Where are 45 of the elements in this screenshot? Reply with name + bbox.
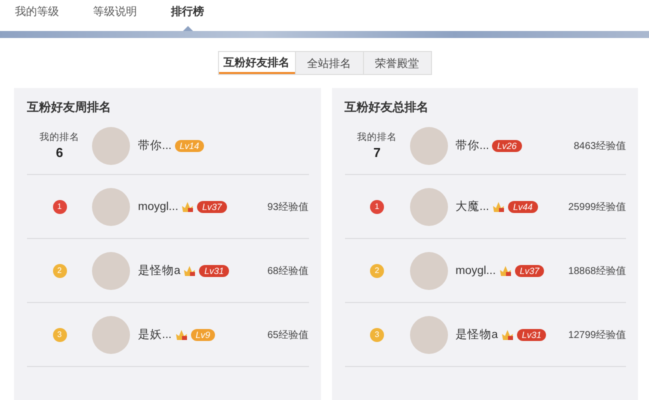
level-badge: Lv31 <box>199 264 229 276</box>
level-badge: Lv44 <box>508 200 538 212</box>
avatar-placeholder <box>410 316 448 354</box>
user-name[interactable]: 带你... <box>138 138 172 153</box>
user-name[interactable]: 是妖... <box>138 327 172 342</box>
experience-points: 65经验值 <box>267 328 308 342</box>
avatar-placeholder <box>410 188 448 226</box>
my-rank-number: 6 <box>56 145 64 160</box>
experience-points: 93经验值 <box>267 200 308 214</box>
user-name[interactable]: 是怪物a <box>138 263 180 278</box>
my-rank-number: 7 <box>373 145 381 160</box>
avatar-placeholder <box>92 252 130 290</box>
user-name[interactable]: 带你... <box>456 138 490 153</box>
level-badge: Lv14 <box>174 140 204 152</box>
user-name[interactable]: 大魔... <box>456 199 490 214</box>
avatar-placeholder <box>92 188 130 226</box>
panel-title: 互粉好友总排名 <box>344 99 430 116</box>
panel-title: 互粉好友周排名 <box>26 99 112 116</box>
my-rank-label: 我的排名 <box>357 131 397 144</box>
level-badge: Lv37 <box>197 200 227 212</box>
rank-badge: 3 <box>370 328 384 342</box>
level-badge: Lv31 <box>516 328 546 340</box>
my-rank-label: 我的排名 <box>40 131 80 144</box>
user-name[interactable]: moygl... <box>138 200 178 212</box>
level-badge: Lv26 <box>492 140 522 152</box>
rank-badge: 2 <box>370 264 384 278</box>
avatar-placeholder <box>410 252 448 290</box>
rank-badge: 3 <box>52 328 66 342</box>
segment-tab[interactable]: 全站排名 <box>294 52 362 74</box>
experience-points: 25999经验值 <box>568 200 626 214</box>
avatar-placeholder <box>410 126 448 164</box>
avatar-placeholder <box>92 126 130 164</box>
experience-points: 8463经验值 <box>574 140 626 152</box>
avatar-placeholder <box>92 316 130 354</box>
user-name[interactable]: moygl... <box>456 264 496 276</box>
experience-points: 68经验值 <box>267 264 308 278</box>
experience-points: 12799经验值 <box>568 328 626 342</box>
rank-badge: 2 <box>52 264 66 278</box>
user-name[interactable]: 是怪物a <box>456 327 498 342</box>
experience-points: 18868经验值 <box>568 264 626 278</box>
level-badge: Lv37 <box>514 264 544 276</box>
level-badge: Lv9 <box>190 328 216 340</box>
rank-badge: 1 <box>52 200 66 214</box>
segment-tab[interactable]: 荣誉殿堂 <box>362 52 430 74</box>
rank-badge: 1 <box>370 200 384 214</box>
